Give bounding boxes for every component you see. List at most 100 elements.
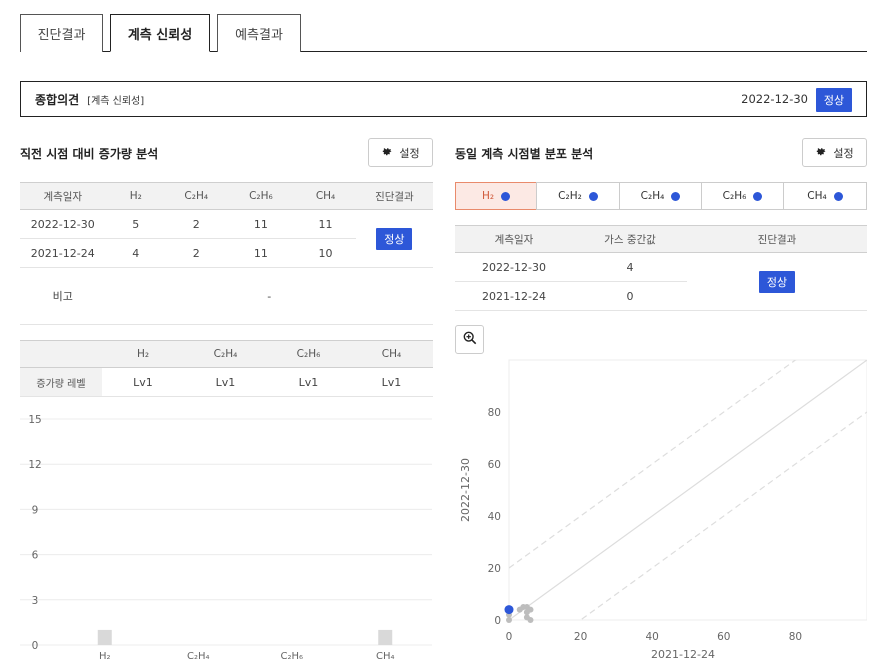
gas-button-ch4[interactable]: CH₄ [783, 182, 867, 210]
gas-button-c2h4[interactable]: C₂H₄ [619, 182, 702, 210]
increment-table: 계측일자 H₂ C₂H₄ C₂H₆ CH₄ 진단결과 2022-12-30 5 … [20, 182, 433, 325]
dot-icon [588, 191, 598, 201]
y-tick-label: 40 [488, 511, 501, 523]
table-row: 2022-12-30 4 정상 [455, 252, 867, 311]
remark-value: - [105, 267, 433, 325]
tab-label: 계측 신뢰성 [127, 27, 193, 43]
col-header: 진단결과 [687, 225, 867, 253]
settings-label: 설정 [833, 146, 854, 160]
summary-title: 종합의견 [35, 92, 80, 107]
table-row: 2022-12-30 5 2 11 11 정상 [20, 209, 433, 268]
col-header: CH₄ [295, 182, 356, 210]
y-tick-label: 0 [494, 615, 501, 627]
y-tick-label: 3 [32, 595, 39, 607]
gas-button-c2h2[interactable]: C₂H₂ [536, 182, 620, 210]
tab-label: 진단결과 [37, 28, 86, 43]
cell: 2021-12-24 [455, 281, 573, 311]
status-badge: 정상 [759, 270, 795, 293]
cell: 2022-12-30 [455, 252, 573, 282]
col-header: 가스 중간값 [573, 225, 687, 253]
cell: 11 [226, 238, 296, 268]
level-table: H₂ C₂H₄ C₂H₆ CH₄ 증가량 레벨 Lv1 Lv1 Lv1 Lv1 [20, 340, 433, 397]
table-row: 증가량 레벨 Lv1 Lv1 Lv1 Lv1 [20, 367, 433, 397]
bar [97, 629, 112, 645]
cell: 11 [226, 209, 296, 239]
result-cell: 정상 [355, 209, 433, 268]
dot-icon [501, 191, 511, 201]
y-tick-label: 15 [28, 414, 41, 426]
summary-date: 2022-12-30 [741, 92, 808, 106]
remark-label: 비고 [20, 267, 106, 325]
remark-row: 비고 - [20, 267, 433, 325]
x-tick-label: CH₄ [376, 651, 395, 662]
cell: 4 [105, 238, 166, 268]
cell: 2022-12-30 [20, 209, 106, 239]
tab-reliability[interactable]: 계측 신뢰성 [110, 14, 210, 52]
highlight-point [504, 605, 514, 615]
col-header: CH₄ [350, 340, 433, 368]
x-tick-label: H₂ [99, 651, 111, 662]
x-axis-label: 2021-12-24 [651, 648, 715, 661]
distribution-scatter-chart: 0 20 40 60 80 0 20 40 60 80 2021-12-24 2022-12-30 [459, 359, 867, 661]
col-header: H₂ [105, 182, 166, 210]
right-section-title: 동일 계측 시점별 분포 분석 [455, 147, 594, 161]
cell: 0 [573, 281, 687, 311]
tab-diagnosis[interactable]: 진단결과 [20, 14, 103, 52]
settings-label: 설정 [399, 146, 420, 160]
zoom-in-icon [463, 331, 477, 348]
right-settings-button[interactable]: 설정 [802, 138, 867, 167]
col-header: C₂H₄ [184, 340, 267, 368]
col-header: C₂H₆ [267, 340, 350, 368]
x-tick-label: 20 [574, 631, 587, 643]
scatter-point [506, 617, 512, 623]
x-tick-label: 40 [646, 631, 659, 643]
gear-icon [381, 145, 393, 160]
tab-bar: 진단결과 계측 신뢰성 예측결과 [20, 14, 867, 52]
gear-icon [815, 145, 827, 160]
col-header: 계측일자 [20, 182, 106, 210]
summary-subtitle: [계측 신뢰성] [87, 95, 145, 107]
cell: Lv1 [102, 367, 184, 397]
x-tick-label: 0 [506, 631, 513, 643]
identity-line [509, 360, 867, 620]
cell: 10 [295, 238, 356, 268]
y-axis-label: 2022-12-30 [459, 458, 472, 522]
row-label: 증가량 레벨 [20, 367, 102, 397]
tab-label: 예측결과 [235, 28, 283, 43]
tab-prediction[interactable]: 예측결과 [217, 14, 301, 52]
dot-icon [833, 191, 843, 201]
tolerance-line [509, 360, 797, 569]
dot-icon [671, 191, 681, 201]
scatter-point [527, 606, 534, 613]
col-header: C₂H₄ [166, 182, 227, 210]
dot-icon [753, 191, 763, 201]
col-header: H₂ [102, 340, 184, 368]
summary-status-badge: 정상 [816, 88, 852, 112]
scatter-point [527, 617, 534, 623]
x-tick-label: 60 [717, 631, 730, 643]
bar [378, 629, 393, 645]
gas-label: C₂H₆ [722, 190, 747, 202]
y-tick-label: 12 [28, 459, 41, 471]
col-header [20, 340, 102, 368]
cell: 5 [105, 209, 166, 239]
cell: 2021-12-24 [20, 238, 106, 268]
cell: Lv1 [350, 367, 433, 397]
cell: Lv1 [184, 367, 267, 397]
gas-label: H₂ [481, 190, 495, 202]
increment-bar-chart: 0 3 6 9 12 15 H₂ C₂H₄ C₂H₆ CH₄ [20, 414, 432, 662]
gas-button-c2h6[interactable]: C₂H₆ [701, 182, 784, 210]
x-tick-label: C₂H₄ [187, 651, 210, 662]
gas-button-h2[interactable]: H₂ [455, 182, 537, 210]
cell: 4 [573, 252, 687, 282]
y-tick-label: 20 [488, 563, 501, 575]
y-tick-label: 60 [488, 459, 501, 471]
cell: Lv1 [267, 367, 350, 397]
distribution-table: 계측일자 가스 중간값 진단결과 2022-12-30 4 정상 2021-12… [455, 225, 867, 311]
y-tick-label: 6 [32, 550, 39, 562]
col-header: C₂H₆ [226, 182, 296, 210]
status-badge: 정상 [376, 227, 413, 250]
left-settings-button[interactable]: 설정 [368, 138, 433, 167]
zoom-button[interactable] [455, 325, 484, 354]
y-tick-label: 80 [488, 407, 501, 419]
